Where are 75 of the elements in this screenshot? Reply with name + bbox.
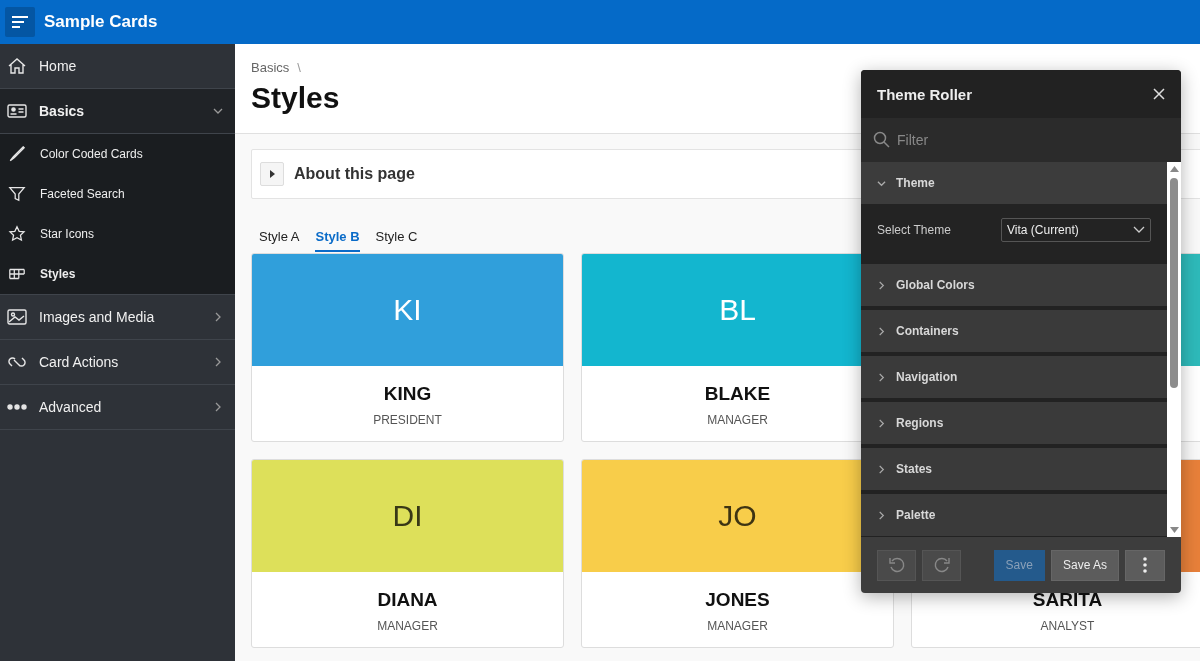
chevron-right-icon — [877, 326, 886, 336]
nav-item[interactable]: Card Actions — [0, 340, 235, 385]
section-header[interactable]: Palette — [861, 494, 1167, 536]
nav-item[interactable]: Basics — [0, 89, 235, 134]
page-title: Styles — [251, 81, 340, 115]
chevron-right-icon — [877, 464, 886, 474]
scrollbar-thumb[interactable] — [1170, 178, 1178, 388]
redo-icon — [932, 556, 951, 574]
chevron-right-icon — [213, 357, 223, 367]
field-label: Select Theme — [877, 223, 951, 237]
chevron-right-icon — [213, 402, 223, 412]
scroll-down-icon[interactable] — [1169, 527, 1179, 533]
initials: DI — [392, 499, 423, 533]
region-title: About this page — [294, 165, 415, 183]
card-name: SARITA — [1032, 589, 1103, 611]
card-name: JONES — [705, 589, 770, 611]
scroll-up-icon[interactable] — [1169, 166, 1179, 172]
chevron-right-icon — [213, 312, 223, 322]
expand-button[interactable] — [260, 162, 284, 186]
section-header[interactable]: Containers — [861, 310, 1167, 352]
nav-subitem[interactable]: Faceted Search — [0, 174, 235, 214]
card-job: PRESIDENT — [373, 413, 442, 427]
theme-select[interactable]: Vita (Current) — [1001, 218, 1151, 242]
chevron-right-icon — [877, 372, 886, 382]
card-job: MANAGER — [377, 619, 438, 633]
chevron-down-icon — [877, 178, 886, 188]
section-header[interactable]: Regions — [861, 402, 1167, 444]
app-title: Sample Cards — [44, 12, 158, 32]
scrollbar[interactable] — [1167, 162, 1181, 537]
caret-right-icon — [268, 170, 276, 178]
close-button[interactable] — [1151, 86, 1167, 102]
nav-subitem[interactable]: Star Icons — [0, 214, 235, 254]
tab[interactable]: Style A — [259, 225, 300, 252]
undo-button[interactable] — [877, 549, 916, 581]
breadcrumb-separator: \ — [297, 60, 301, 75]
tab[interactable]: Style C — [375, 225, 418, 252]
menu-icon — [12, 16, 28, 28]
menu-button[interactable] — [5, 7, 35, 37]
card-job: ANALYST — [1040, 619, 1095, 633]
card-job: MANAGER — [707, 413, 768, 427]
home-icon — [7, 56, 27, 76]
initials: BL — [719, 293, 756, 327]
panel-title: Theme Roller — [877, 85, 973, 103]
chevron-right-icon — [877, 510, 886, 520]
image-icon — [7, 307, 27, 327]
chevron-down-icon — [213, 106, 223, 116]
brush-icon — [8, 145, 26, 163]
card-name: KING — [383, 383, 432, 405]
star-icon — [8, 225, 26, 243]
nav-subitem[interactable]: Styles — [0, 254, 235, 294]
card-job: MANAGER — [707, 619, 768, 633]
chevron-right-icon — [877, 418, 886, 428]
section-header[interactable]: Theme — [861, 162, 1167, 204]
nav-item[interactable]: Advanced — [0, 385, 235, 430]
redo-button[interactable] — [922, 549, 961, 581]
nav-item[interactable]: Images and Media — [0, 295, 235, 340]
more-button[interactable] — [1125, 549, 1165, 581]
idcard-icon — [7, 101, 27, 121]
initials: KI — [393, 293, 422, 327]
close-icon — [1153, 88, 1165, 100]
section-header[interactable]: Global Colors — [861, 264, 1167, 306]
more-icon — [1143, 557, 1147, 573]
save-as-button[interactable]: Save As — [1050, 549, 1119, 581]
undo-icon — [887, 556, 906, 574]
chevron-down-icon — [1133, 226, 1145, 234]
section-header[interactable]: Navigation — [861, 356, 1167, 398]
initials: JO — [718, 499, 757, 533]
chevron-right-icon — [877, 280, 886, 290]
nav-subitem[interactable]: Color Coded Cards — [0, 134, 235, 174]
card-name: BLAKE — [704, 383, 771, 405]
breadcrumb-link[interactable]: Basics — [251, 60, 290, 75]
section-header[interactable]: States — [861, 448, 1167, 490]
filter-field[interactable]: Filter — [861, 118, 1181, 162]
funnel-icon — [8, 185, 26, 203]
card-name: DIANA — [377, 589, 438, 611]
